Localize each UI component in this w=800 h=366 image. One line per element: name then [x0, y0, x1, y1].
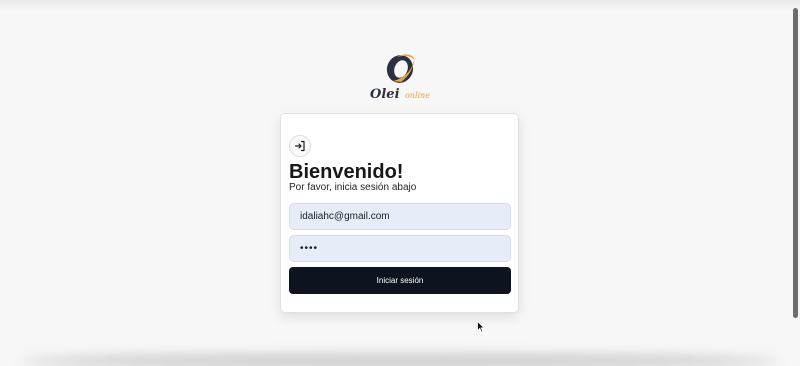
- olei-ring-logo-icon: [386, 54, 415, 83]
- brand-name: Olei: [370, 87, 400, 102]
- brand-logo: Olei online: [370, 52, 430, 102]
- scrollbar[interactable]: [793, 8, 798, 318]
- page: Olei online Bienvenido! Por favor, inici…: [0, 0, 800, 366]
- page-subtitle: Por favor, inicia sesión abajo: [289, 182, 417, 193]
- login-button[interactable]: Iniciar sesión: [289, 267, 511, 294]
- mouse-cursor-icon: [477, 321, 485, 333]
- brand-wordmark: Olei online: [370, 85, 430, 103]
- login-arrow-icon: [289, 135, 311, 157]
- login-card: Bienvenido! Por favor, inicia sesión aba…: [280, 113, 519, 313]
- bottom-shadow: [20, 354, 780, 366]
- email-field[interactable]: [289, 203, 511, 230]
- password-field[interactable]: [289, 235, 511, 262]
- page-title: Bienvenido!: [289, 161, 404, 183]
- top-edge: [0, 0, 800, 12]
- brand-suffix: online: [404, 91, 430, 100]
